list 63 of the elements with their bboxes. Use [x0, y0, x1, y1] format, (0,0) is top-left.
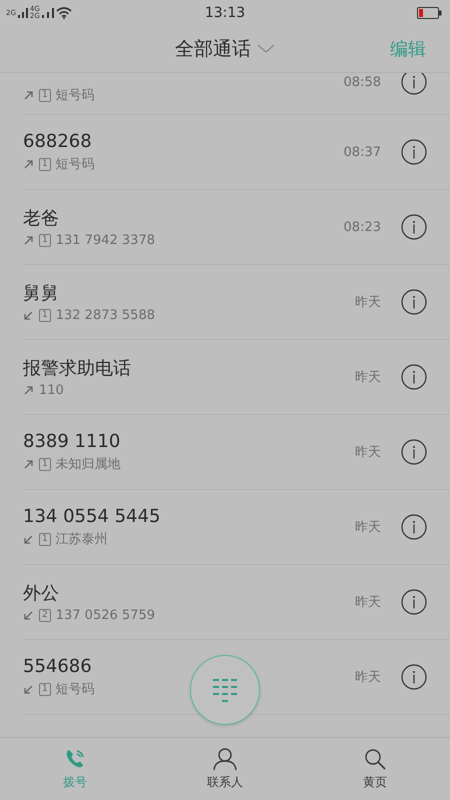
call-time: 昨天 — [355, 294, 381, 311]
call-row[interactable]: 134 0554 5445 1 江苏泰州 昨天 — [23, 490, 450, 565]
call-time: 08:58 — [344, 75, 381, 90]
sim-badge: 1 — [39, 309, 51, 322]
call-time: 昨天 — [355, 369, 381, 386]
call-time: 08:23 — [344, 220, 381, 234]
call-time: 昨天 — [355, 594, 381, 611]
info-icon — [401, 289, 427, 315]
call-row[interactable]: 外公 2 137 0526 5759 昨天 — [23, 565, 450, 640]
sim-badge: 1 — [39, 532, 51, 546]
contact-name: 8389 1110 — [23, 431, 122, 452]
info-icon — [401, 589, 427, 615]
call-detail: 短号码 — [56, 681, 95, 698]
info-icon — [401, 364, 427, 390]
sim-badge: 1 — [39, 234, 51, 247]
sim-badge: 1 — [39, 158, 51, 170]
dialpad-icon — [213, 678, 237, 702]
dialpad-button[interactable] — [190, 655, 260, 725]
sim-badge: 1 — [39, 88, 51, 102]
call-detail: 132 2873 5588 — [56, 308, 155, 323]
call-row[interactable]: 688268 1 短号码 08:37 — [23, 115, 450, 190]
info-icon — [401, 439, 427, 465]
call-row[interactable]: 舅舅 1 132 2873 5588 昨天 — [23, 265, 450, 340]
signal-icon — [42, 8, 54, 18]
status-time: 13:13 — [204, 5, 246, 21]
call-time: 昨天 — [355, 519, 381, 536]
nav-tab[interactable]: 联系人 — [150, 747, 300, 791]
search-icon — [363, 747, 387, 771]
filter-dropdown[interactable]: 全部通话 — [175, 36, 275, 62]
call-time: 08:37 — [344, 144, 381, 160]
info-icon — [401, 664, 427, 690]
contact-name: 外公 — [23, 582, 60, 605]
contact-name: 老爸 — [23, 207, 60, 230]
call-detail: 短号码 — [56, 156, 95, 173]
call-time: 昨天 — [355, 669, 381, 686]
info-icon — [401, 214, 427, 240]
person-icon — [213, 747, 237, 771]
contact-name: 134 0554 5445 — [23, 506, 162, 527]
call-detail: 131 7942 3378 — [56, 233, 155, 248]
call-row[interactable]: 报警求助电话 110 昨天 — [23, 340, 450, 415]
info-icon — [401, 514, 427, 540]
contact-name: 舅舅 — [23, 282, 60, 305]
signal-icon — [18, 8, 28, 18]
contact-name: 报警求助电话 — [23, 357, 132, 380]
chevron-down-icon — [257, 44, 275, 54]
wifi-icon — [56, 7, 72, 19]
sim-badge: 1 — [39, 682, 51, 696]
call-detail: 137 0526 5759 — [56, 608, 155, 623]
contact-name: 554686 — [23, 656, 93, 677]
call-detail: 未知归属地 — [56, 456, 121, 473]
sim-badge: 1 — [39, 458, 51, 470]
nav-tab[interactable]: 黄页 — [300, 747, 450, 791]
call-detail: 110 — [39, 383, 64, 398]
info-icon — [401, 73, 427, 95]
info-icon — [401, 139, 427, 165]
contact-name: 688268 — [23, 131, 93, 152]
sim-badge: 2 — [39, 609, 51, 622]
call-detail: 江苏泰州 — [56, 531, 108, 548]
call-time: 昨天 — [355, 444, 381, 461]
call-detail: 短号码 — [56, 87, 95, 104]
call-row[interactable]: 老爸 1 131 7942 3378 08:23 — [23, 190, 450, 265]
battery-icon — [417, 7, 442, 19]
call-row[interactable]: 8389 1110 1 未知归属地 昨天 — [23, 415, 450, 490]
